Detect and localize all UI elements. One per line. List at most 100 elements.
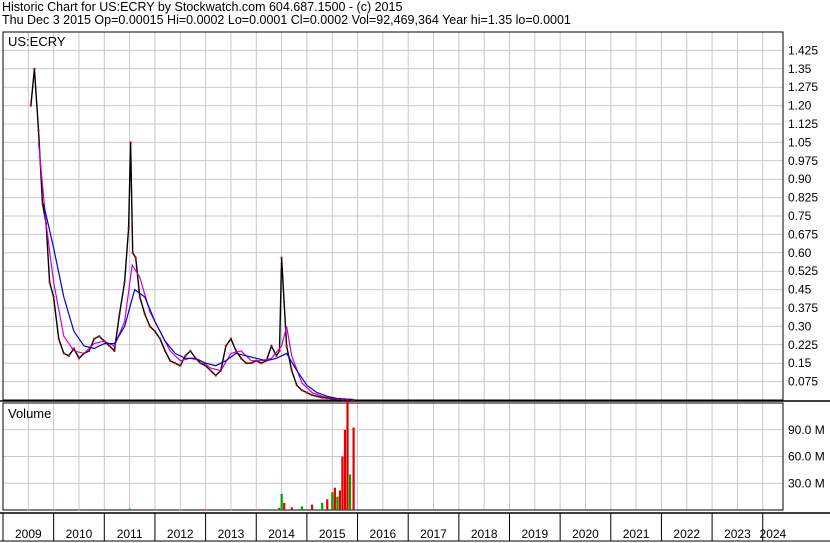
price-point (113, 349, 116, 352)
x-tick-label: 2012 (167, 527, 194, 541)
price-point (108, 345, 111, 348)
volume-bar (348, 474, 352, 510)
price-point (214, 374, 217, 377)
x-tick-label: 2024 (760, 527, 787, 541)
x-tick-label: 2014 (268, 527, 295, 541)
volume-bar (336, 496, 339, 510)
price-point (138, 295, 141, 298)
volume-bar (333, 487, 336, 510)
price-y-tick-label: 1.425 (788, 43, 818, 57)
x-tick-label: 2013 (218, 527, 245, 541)
price-point (169, 359, 172, 362)
grid (2, 32, 783, 510)
x-tick-label: 2020 (572, 527, 599, 541)
x-tick-label: 2019 (521, 527, 548, 541)
price-point (98, 335, 101, 338)
x-tick-label: 2010 (66, 527, 93, 541)
price-y-tick-label: 0.825 (788, 191, 818, 205)
price-point (72, 347, 75, 350)
volume-bar (52, 509, 55, 511)
x-tick-label: 2021 (623, 527, 650, 541)
volume-bar (300, 506, 304, 510)
price-y-tick-label: 1.05 (788, 135, 812, 149)
volume-bar (290, 507, 293, 510)
volume-bar (352, 427, 355, 510)
price-y-tick-label: 1.20 (788, 99, 812, 113)
price-point (346, 398, 349, 401)
price-point (280, 256, 283, 259)
volume-y-tick-label: 30.0 M (788, 476, 825, 490)
price-point (93, 337, 96, 340)
price-point (209, 369, 212, 372)
volume-y-tick-label: 90.0 M (788, 423, 825, 437)
price-point (310, 394, 313, 397)
price-y-tick-label: 0.225 (788, 338, 818, 352)
price-point (305, 391, 308, 394)
price-point (321, 396, 324, 399)
price-point (153, 330, 156, 333)
price-point (341, 398, 344, 401)
price-point (123, 281, 126, 284)
price-panel-title: US:ECRY (8, 34, 66, 49)
price-point (33, 67, 36, 70)
price-point (184, 354, 187, 357)
volume-bar (341, 456, 344, 510)
volume-bar (280, 493, 283, 510)
price-y-tick-label: 0.45 (788, 283, 812, 297)
volume-bar (343, 429, 347, 510)
volume-bar (27, 509, 30, 511)
price-point (245, 362, 248, 365)
price-point (336, 398, 339, 401)
price-point (88, 349, 91, 352)
price-point (45, 222, 48, 225)
volume-bar (283, 502, 286, 510)
price-point (234, 349, 237, 352)
volume-bar (310, 504, 314, 510)
price-y-tick-label: 0.525 (788, 264, 818, 278)
price-point (250, 362, 253, 365)
volume-bar (128, 508, 131, 510)
axis-labels: 2009 2010 2011 2012 2013 2014 2015 2016 2017 2018… (8, 34, 825, 541)
price-y-tick-label: 1.35 (788, 62, 812, 76)
price-point (352, 398, 355, 401)
price-point (255, 359, 258, 362)
volume-bar (326, 499, 329, 510)
price-point (62, 352, 65, 355)
price-y-tick-label: 0.75 (788, 209, 812, 223)
volume-bar (229, 509, 233, 511)
price-y-tick-label: 0.60 (788, 246, 812, 260)
price-point (159, 337, 162, 340)
price-point (265, 359, 268, 362)
historic-chart: 2009 2010 2011 2012 2013 2014 2015 2016 2017 2018… (0, 31, 830, 542)
price-y-tick-label: 0.30 (788, 319, 812, 333)
price-point (37, 129, 40, 132)
volume-bar (179, 509, 182, 511)
price-point (189, 349, 192, 352)
price-y-tick-label: 0.15 (788, 356, 812, 370)
price-point (174, 362, 177, 365)
price-point (194, 357, 197, 360)
volume-panel-title: Volume (8, 406, 51, 421)
price-point (148, 325, 151, 328)
volume-bar (77, 509, 81, 511)
volume-bar (346, 401, 349, 510)
volume-bar (338, 490, 342, 510)
price-point (199, 362, 202, 365)
price-point (295, 384, 298, 387)
volume-plot (27, 401, 355, 511)
price-point (179, 364, 182, 367)
x-tick-label: 2022 (673, 527, 700, 541)
volume-bar (153, 509, 157, 511)
price-point (77, 357, 80, 360)
price-y-tick-label: 0.075 (788, 375, 818, 389)
x-tick-label: 2018 (471, 527, 498, 541)
volume-bar (204, 509, 207, 511)
price-y-tick-label: 0.375 (788, 301, 818, 315)
price-point (164, 349, 167, 352)
price-y-tick-label: 0.975 (788, 154, 818, 168)
x-tick-label: 2011 (117, 527, 143, 541)
price-point (204, 364, 207, 367)
volume-bar (255, 509, 258, 511)
price-point (48, 281, 51, 284)
price-point (300, 389, 303, 392)
